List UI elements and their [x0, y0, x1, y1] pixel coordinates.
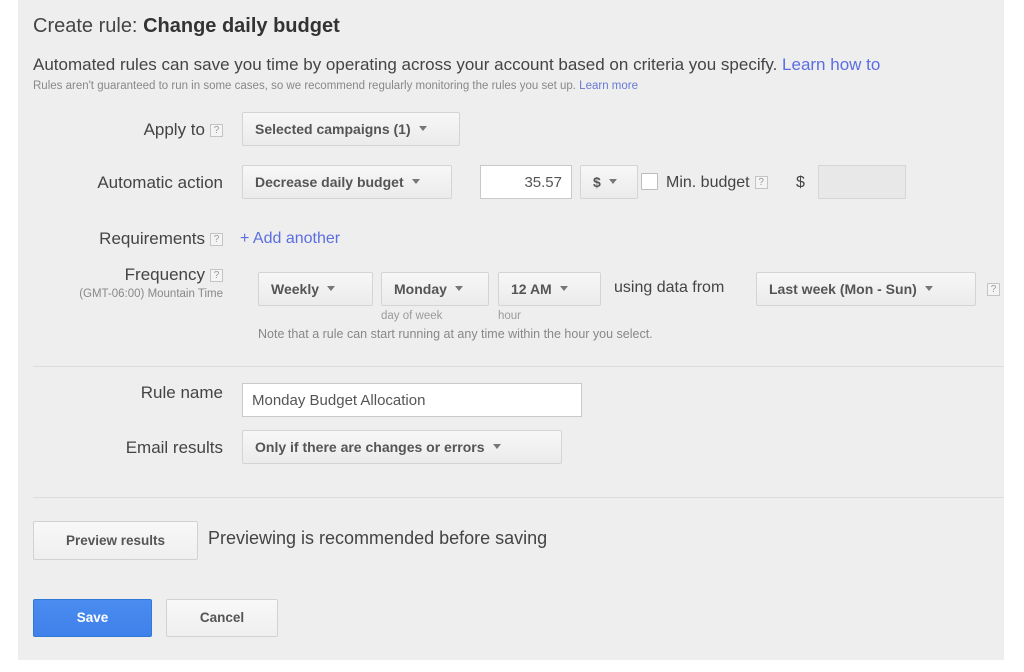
apply-to-help-icon[interactable]: ? — [210, 124, 223, 137]
frequency-hour-caption: hour — [498, 310, 522, 322]
frequency-label-text: Frequency — [124, 265, 205, 284]
page-title: Create rule: Change daily budget — [33, 15, 340, 38]
frequency-timezone: (GMT-06:00) Mountain Time — [79, 288, 223, 300]
min-budget-label: Min. budget? — [666, 174, 768, 192]
data-range-help-wrap: ? — [987, 281, 1000, 299]
cancel-button[interactable]: Cancel — [166, 599, 278, 637]
page-title-prefix: Create rule: — [33, 15, 144, 37]
frequency-interval-dropdown[interactable]: Weekly — [258, 272, 373, 306]
chevron-down-icon — [411, 179, 420, 184]
apply-to-label: Apply to? — [18, 120, 223, 140]
create-rule-panel: Create rule: Change daily budget Automat… — [18, 0, 1004, 660]
frequency-hour-dropdown[interactable]: 12 AM — [498, 272, 601, 306]
apply-to-dropdown[interactable]: Selected campaigns (1) — [242, 112, 460, 146]
preview-hint: Previewing is recommended before saving — [208, 528, 548, 548]
panel-subdescription: Rules aren't guaranteed to run in some c… — [33, 80, 638, 92]
apply-to-dropdown-value: Selected campaigns (1) — [255, 121, 411, 137]
data-range-help-icon[interactable]: ? — [987, 283, 1000, 296]
frequency-note: Note that a rule can start running at an… — [258, 327, 653, 341]
min-budget-currency-symbol: $ — [796, 174, 805, 191]
automatic-action-dropdown-value: Decrease daily budget — [255, 174, 404, 190]
preview-results-button[interactable]: Preview results — [33, 521, 198, 560]
save-button[interactable]: Save — [33, 599, 152, 637]
frequency-help-icon[interactable]: ? — [210, 269, 223, 282]
automatic-action-label: Automatic action — [18, 173, 223, 193]
apply-to-label-text: Apply to — [143, 120, 205, 139]
email-results-dropdown[interactable]: Only if there are changes or errors — [242, 430, 562, 464]
currency-dropdown[interactable]: $ — [580, 165, 638, 199]
min-budget-checkbox[interactable] — [641, 173, 658, 190]
data-range-value: Last week (Mon - Sun) — [769, 281, 917, 297]
frequency-interval-value: Weekly — [271, 281, 319, 297]
rule-name-label: Rule name — [140, 383, 223, 402]
learn-more-link[interactable]: Learn more — [579, 80, 638, 92]
budget-amount-input[interactable] — [480, 165, 572, 199]
page-title-rule: Change daily budget — [143, 15, 340, 37]
chevron-down-icon — [608, 179, 617, 184]
add-another-requirement-link[interactable]: + Add another — [240, 230, 340, 248]
panel-description: Automated rules can save you time by ope… — [33, 55, 880, 75]
frequency-day-dropdown[interactable]: Monday — [381, 272, 489, 306]
chevron-down-icon — [492, 444, 501, 449]
chevron-down-icon — [559, 286, 568, 291]
chevron-down-icon — [418, 126, 427, 131]
chevron-down-icon — [327, 286, 335, 291]
frequency-day-caption: day of week — [381, 310, 443, 322]
separator-top — [33, 366, 1004, 367]
chevron-down-icon — [454, 286, 463, 291]
separator-bottom — [33, 497, 1004, 498]
email-results-value: Only if there are changes or errors — [255, 439, 485, 455]
frequency-day-value: Monday — [394, 281, 447, 297]
panel-description-text: Automated rules can save you time by ope… — [33, 55, 783, 74]
min-budget-help-icon[interactable]: ? — [754, 176, 768, 189]
data-range-dropdown[interactable]: Last week (Mon - Sun) — [756, 272, 976, 306]
automatic-action-dropdown[interactable]: Decrease daily budget — [242, 165, 452, 199]
chevron-down-icon — [924, 286, 933, 291]
using-data-from-label: using data from — [614, 279, 725, 296]
requirements-label-text: Requirements — [99, 229, 205, 248]
frequency-hour-value: 12 AM — [511, 281, 552, 297]
rule-name-input[interactable] — [242, 383, 582, 417]
requirements-help-icon[interactable]: ? — [210, 233, 223, 246]
currency-dropdown-value: $ — [593, 174, 601, 190]
frequency-label: Frequency? — [18, 265, 223, 285]
min-budget-input[interactable] — [818, 165, 906, 199]
panel-subdescription-text: Rules aren't guaranteed to run in some c… — [33, 80, 580, 92]
automatic-action-label-text: Automatic action — [97, 173, 223, 192]
min-budget-label-text: Min. budget — [666, 174, 750, 191]
requirements-label: Requirements? — [18, 229, 223, 249]
learn-how-to-link[interactable]: Learn how to — [782, 55, 880, 74]
email-results-label: Email results — [125, 438, 223, 457]
